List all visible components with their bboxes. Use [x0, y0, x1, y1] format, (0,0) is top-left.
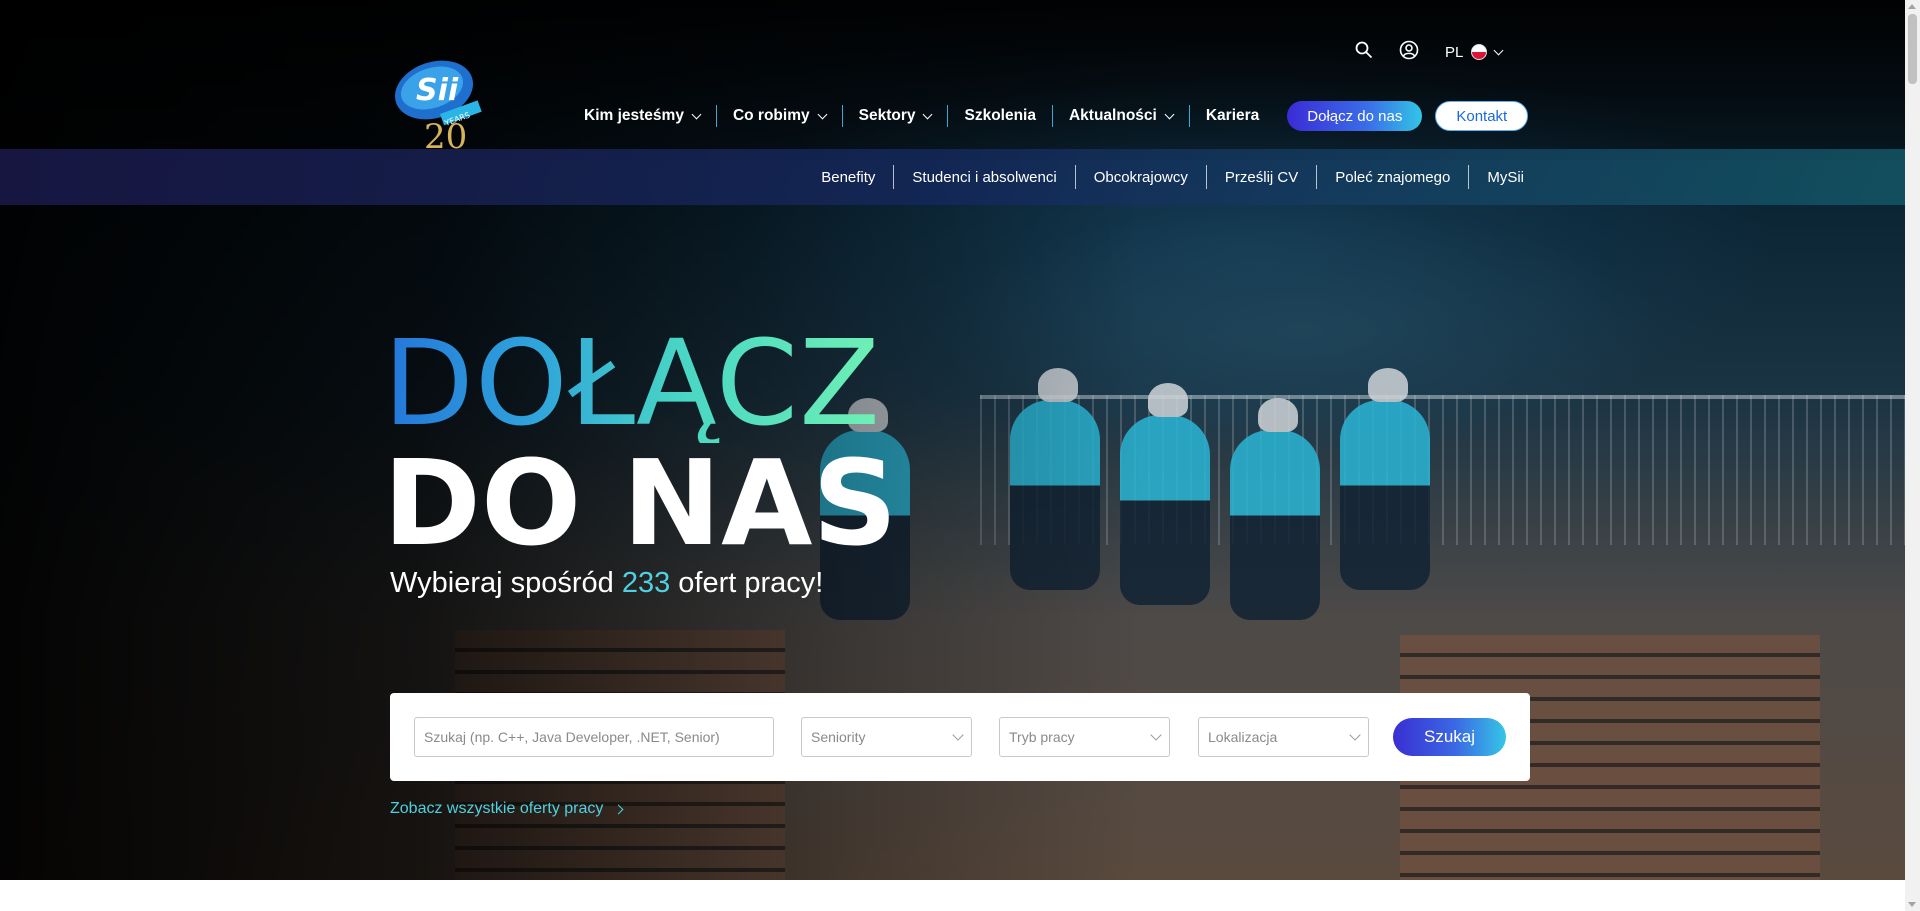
search-icon[interactable]	[1355, 41, 1373, 64]
career-subnav-bar: Benefity Studenci i absolwenci Obcokrajo…	[0, 149, 1905, 205]
location-select[interactable]: Lokalizacja	[1198, 717, 1369, 757]
nav-item-co-robimy[interactable]: Co robimy	[717, 105, 843, 127]
subnav-item-studenci[interactable]: Studenci i absolwenci	[894, 165, 1076, 189]
subnav-item-obcokrajowcy[interactable]: Obcokrajowcy	[1076, 165, 1207, 189]
chevron-right-icon	[613, 804, 624, 814]
nav-item-sektory[interactable]: Sektory	[843, 105, 949, 127]
contact-button[interactable]: Kontakt	[1435, 101, 1529, 131]
nav-item-kim-jestesmy[interactable]: Kim jesteśmy	[584, 105, 717, 127]
header-fade	[0, 0, 1905, 160]
nav-item-kariera[interactable]: Kariera	[1190, 105, 1275, 127]
chevron-down-icon	[691, 109, 702, 119]
scroll-up-arrow-icon[interactable]	[1908, 4, 1916, 9]
svg-text:Sii: Sii	[416, 73, 459, 108]
poland-flag-icon	[1471, 44, 1488, 60]
offer-count: 233	[621, 567, 671, 599]
location-select-value: Lokalizacja	[1208, 729, 1278, 745]
subnav-item-mysii[interactable]: MySii	[1469, 165, 1524, 189]
sii-logo[interactable]: Sii 20 YEARS	[392, 56, 492, 157]
scroll-thumb[interactable]	[1908, 14, 1917, 84]
subnav-item-polec-znajomego[interactable]: Poleć znajomego	[1317, 165, 1470, 189]
subtitle-prefix: Wybieraj spośród	[390, 567, 614, 599]
utility-bar: PL	[1355, 40, 1504, 65]
search-button[interactable]: Szukaj	[1393, 718, 1506, 756]
chevron-down-icon	[923, 109, 933, 119]
subtitle-suffix: ofert pracy!	[678, 567, 824, 599]
work-mode-select-value: Tryb pracy	[1009, 729, 1075, 745]
seniority-select-value: Seniority	[811, 729, 866, 745]
sii-logo-icon: Sii 20 YEARS	[394, 60, 482, 157]
seniority-select[interactable]: Seniority	[801, 717, 972, 757]
hero-title-line1: DOŁĄCZ	[383, 314, 881, 452]
chevron-down-icon	[952, 729, 964, 741]
nav-item-szkolenia[interactable]: Szkolenia	[948, 105, 1053, 127]
hero-subtitle: Wybieraj spośród 233 ofert pracy!	[390, 567, 823, 600]
all-offers-link[interactable]: Zobacz wszystkie oferty pracy	[390, 800, 624, 818]
page: Sii 20 YEARS PL Kim jesteśmy Co robimy S…	[0, 0, 1905, 911]
nav-item-aktualnosci[interactable]: Aktualności	[1053, 105, 1190, 127]
main-navigation: Kim jesteśmy Co robimy Sektory Szkolenia…	[584, 100, 1529, 132]
language-switcher[interactable]: PL	[1445, 43, 1504, 61]
job-search-input[interactable]: Szukaj (np. C++, Java Developer, .NET, S…	[414, 717, 774, 757]
subnav-item-przeslij-cv[interactable]: Prześlij CV	[1207, 165, 1318, 189]
chevron-down-icon	[1349, 729, 1361, 741]
chevron-down-icon	[1493, 45, 1504, 55]
scroll-down-arrow-icon[interactable]	[1908, 902, 1916, 907]
all-offers-link-label: Zobacz wszystkie oferty pracy	[390, 800, 604, 817]
work-mode-select[interactable]: Tryb pracy	[999, 717, 1170, 757]
chevron-down-icon	[1150, 729, 1162, 741]
subnav-item-benefity[interactable]: Benefity	[803, 165, 895, 189]
job-search-panel: Szukaj (np. C++, Java Developer, .NET, S…	[390, 693, 1530, 781]
hero-title-line2: DO NAS	[383, 434, 898, 572]
language-code: PL	[1445, 43, 1464, 61]
career-subnav: Benefity Studenci i absolwenci Obcokrajo…	[803, 149, 1524, 205]
chevron-down-icon	[817, 109, 828, 119]
chevron-down-icon	[1164, 109, 1175, 119]
page-scrollbar[interactable]	[1905, 0, 1920, 911]
user-account-icon[interactable]	[1399, 40, 1419, 65]
join-us-button[interactable]: Dołącz do nas	[1287, 101, 1423, 131]
